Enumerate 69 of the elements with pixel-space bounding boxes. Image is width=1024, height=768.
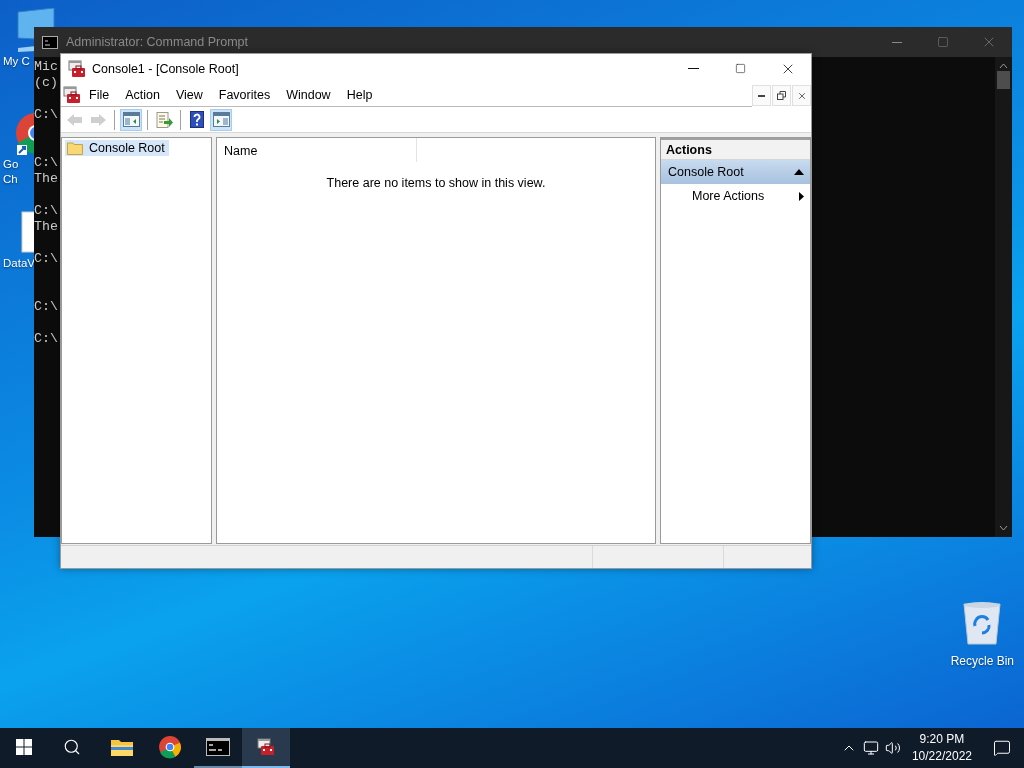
windows-logo-icon bbox=[16, 739, 32, 755]
scroll-up-icon[interactable] bbox=[999, 63, 1008, 69]
console-text: Mic bbox=[34, 59, 58, 74]
volume-icon[interactable] bbox=[884, 740, 901, 756]
close-button[interactable] bbox=[792, 85, 811, 106]
notifications-icon[interactable] bbox=[993, 739, 1011, 757]
icon-label: Ch bbox=[2, 172, 18, 187]
clock[interactable]: 9:20 PM 10/22/2022 bbox=[903, 731, 980, 765]
console-text: C:\ bbox=[34, 251, 58, 266]
terminal-icon bbox=[42, 35, 58, 49]
maximize-icon bbox=[735, 63, 746, 74]
back-arrow-icon bbox=[65, 112, 83, 127]
console-text: The bbox=[34, 171, 58, 186]
icon-label: Recycle Bin bbox=[950, 654, 1014, 669]
console-text: C:\ bbox=[34, 331, 58, 346]
console-text: C:\ bbox=[34, 299, 58, 314]
terminal-icon bbox=[206, 738, 230, 756]
menu-item[interactable]: File bbox=[81, 87, 118, 102]
window-title: Administrator: Command Prompt bbox=[66, 35, 249, 49]
console-text: C:\ bbox=[34, 203, 58, 218]
window-title: Console1 - [Console Root] bbox=[92, 61, 240, 76]
console-text: C:\ bbox=[34, 155, 58, 170]
recycle-bin-icon[interactable] bbox=[962, 600, 1003, 646]
console-icon bbox=[63, 85, 81, 104]
collapse-icon bbox=[794, 169, 804, 175]
minimize-icon bbox=[758, 94, 765, 97]
forward-arrow-icon bbox=[89, 112, 107, 127]
console-icon bbox=[68, 59, 86, 78]
console-text: C:\ bbox=[34, 107, 58, 122]
scroll-down-icon[interactable] bbox=[999, 525, 1008, 531]
folder-icon bbox=[67, 141, 83, 155]
icon-label: My C bbox=[2, 54, 30, 69]
menu-item[interactable]: Action bbox=[117, 87, 168, 102]
restore-icon bbox=[777, 91, 786, 100]
scrollbar[interactable] bbox=[995, 57, 1012, 537]
scrollbar-thumb[interactable] bbox=[997, 71, 1010, 89]
console-text: (c) bbox=[34, 75, 58, 90]
close-icon bbox=[796, 90, 807, 101]
actions-header: Actions bbox=[661, 138, 810, 160]
export-list-icon bbox=[155, 111, 173, 128]
icon-label: Go bbox=[2, 157, 19, 172]
empty-message: There are no items to show in this view. bbox=[326, 176, 546, 190]
network-icon[interactable] bbox=[862, 740, 879, 756]
restore-button[interactable] bbox=[772, 85, 791, 106]
pane-icon bbox=[212, 112, 230, 127]
tree-item[interactable]: Console Root bbox=[65, 140, 169, 156]
clock-date: 10/22/2022 bbox=[911, 748, 972, 765]
menu-item[interactable]: Favorites bbox=[210, 87, 279, 102]
action-section[interactable]: Console Root bbox=[661, 160, 810, 184]
icon-label: DataV bbox=[2, 257, 35, 271]
chrome-icon bbox=[158, 735, 182, 759]
taskbar-app[interactable] bbox=[242, 728, 290, 768]
console-icon bbox=[257, 738, 275, 756]
menu-item[interactable]: View bbox=[167, 87, 211, 102]
minimize-icon bbox=[892, 41, 902, 43]
menu-item[interactable]: Window bbox=[278, 87, 339, 102]
folder-icon bbox=[110, 737, 134, 757]
minimize-button[interactable] bbox=[752, 85, 771, 106]
maximize-icon bbox=[937, 36, 949, 48]
action-item[interactable]: More Actions bbox=[661, 184, 810, 208]
console-text: The bbox=[34, 219, 58, 234]
pane-icon bbox=[122, 112, 140, 127]
minimize-icon bbox=[688, 68, 699, 69]
help-icon bbox=[190, 111, 204, 128]
submenu-arrow-icon bbox=[799, 191, 804, 201]
clock-time: 9:20 PM bbox=[919, 731, 965, 748]
column-header[interactable]: Name bbox=[217, 138, 417, 162]
search-icon bbox=[63, 738, 81, 756]
menu-item[interactable]: Help bbox=[338, 87, 381, 102]
